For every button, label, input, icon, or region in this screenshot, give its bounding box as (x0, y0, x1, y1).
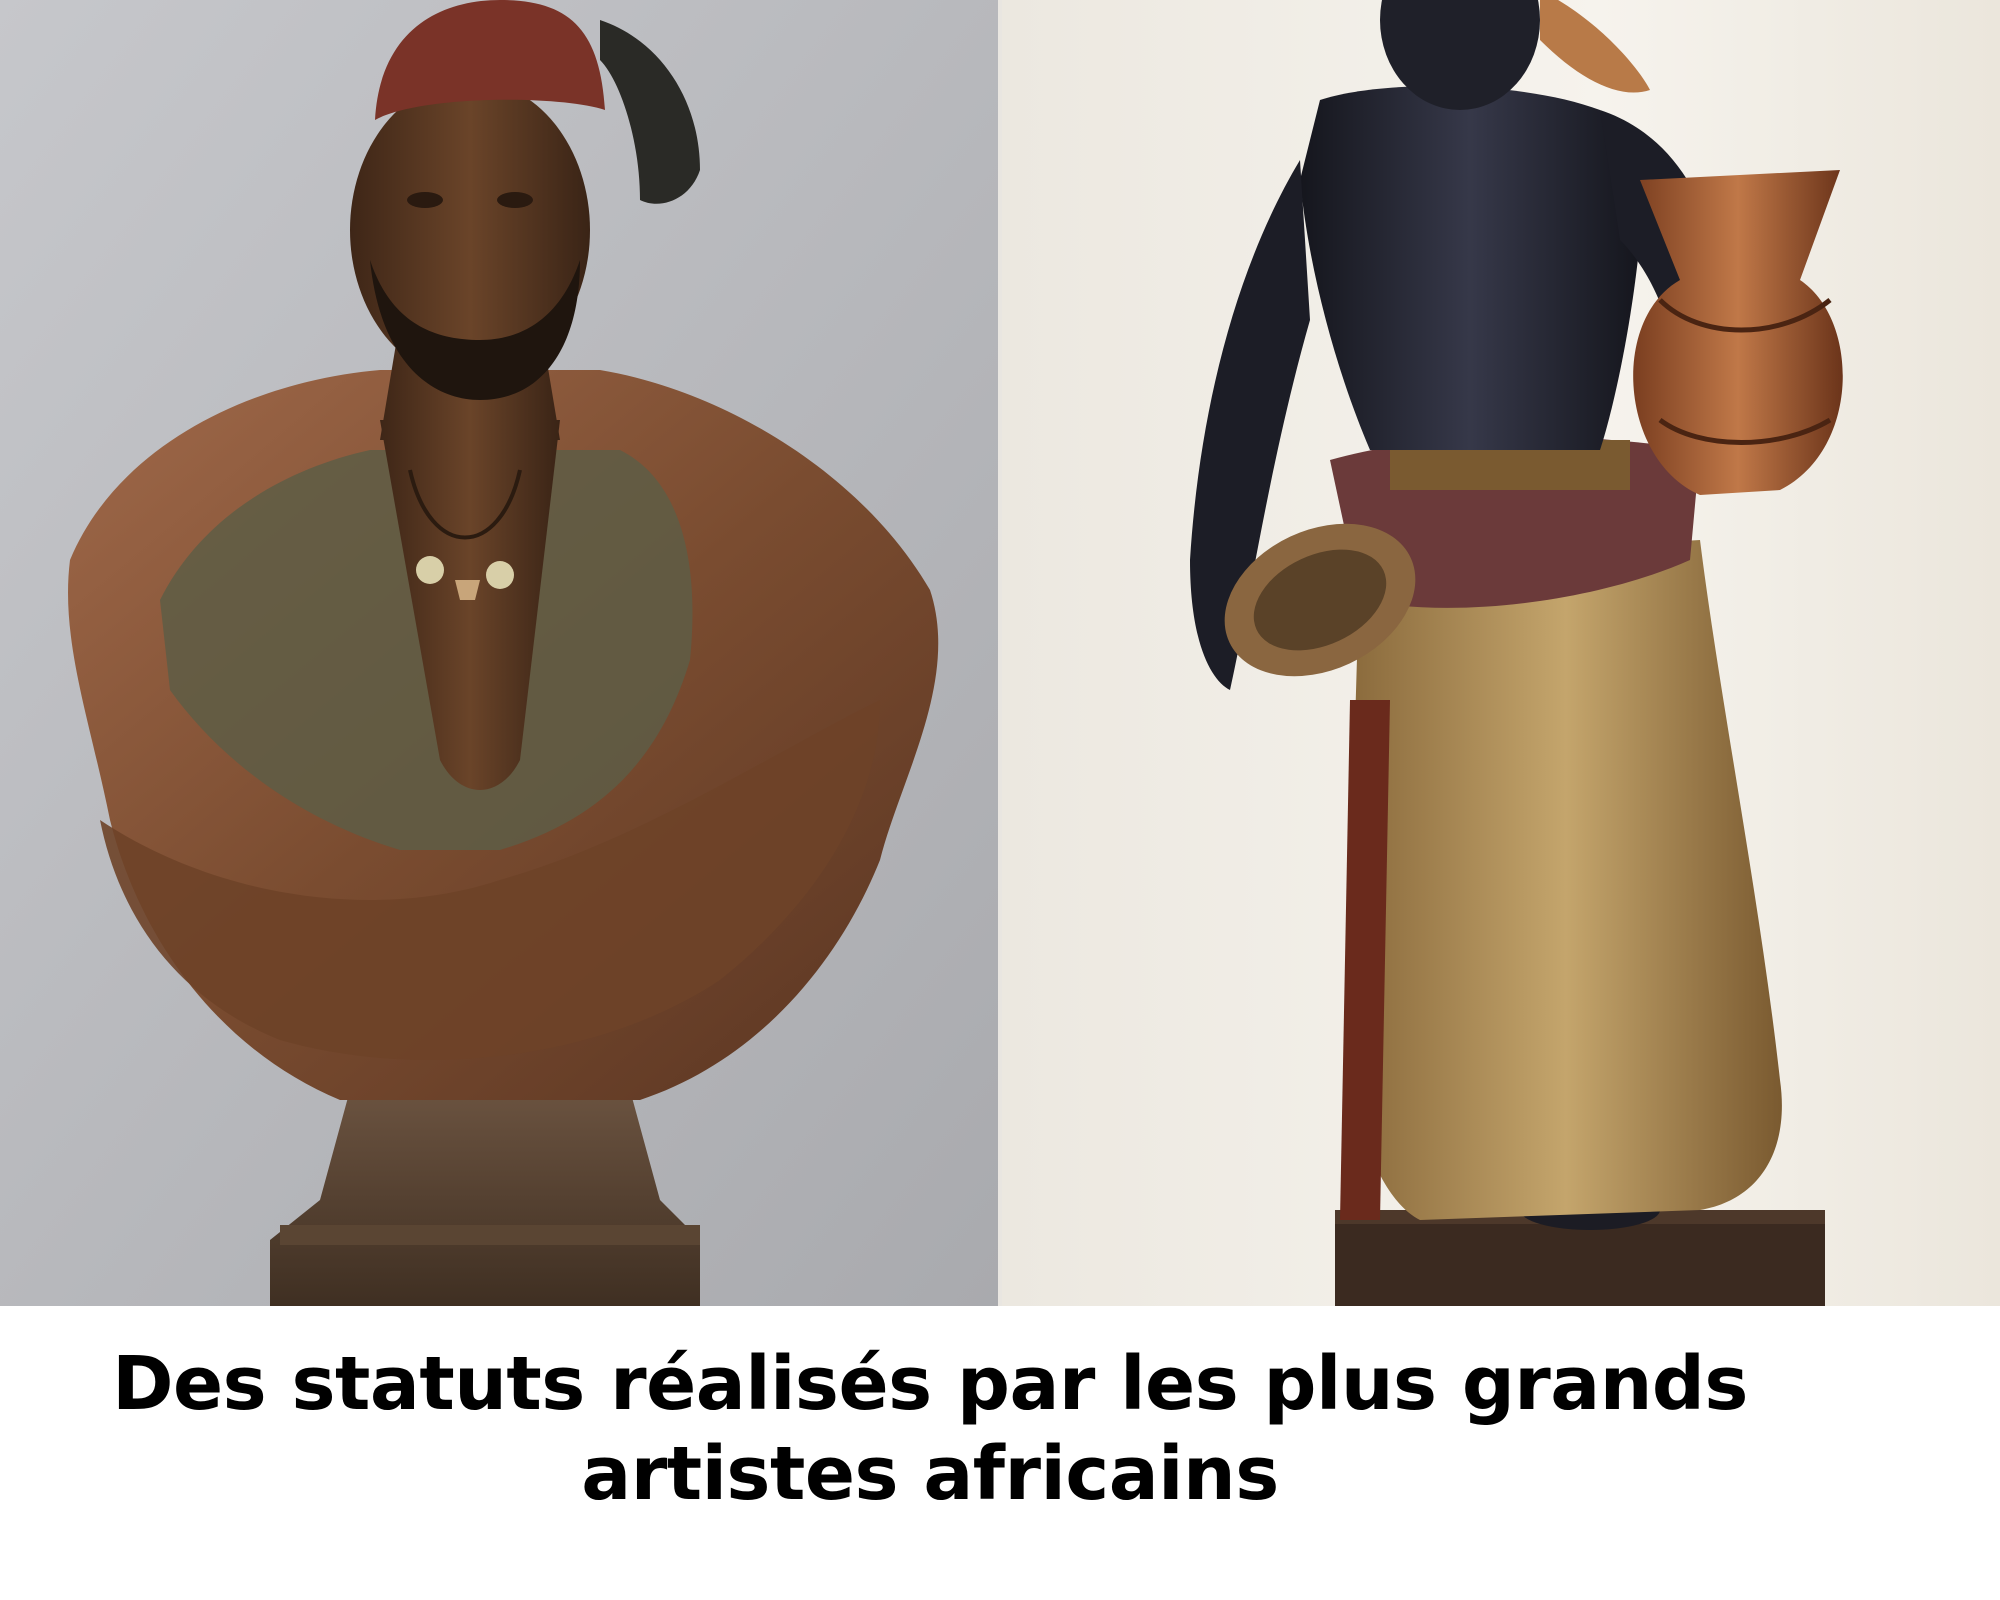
photo-collage (0, 0, 2000, 1306)
photo-divider (998, 0, 1002, 1306)
standing-figure-sculpture-icon (1000, 0, 2000, 1306)
standing-figure-photo (1000, 0, 2000, 1306)
caption-area: Des statuts réalisés par les plus grands… (0, 1306, 2000, 1600)
bust-sculpture-photo (0, 0, 1000, 1306)
bust-sculpture-icon (0, 0, 1000, 1306)
image-caption: Des statuts réalisés par les plus grands… (112, 1341, 1748, 1517)
